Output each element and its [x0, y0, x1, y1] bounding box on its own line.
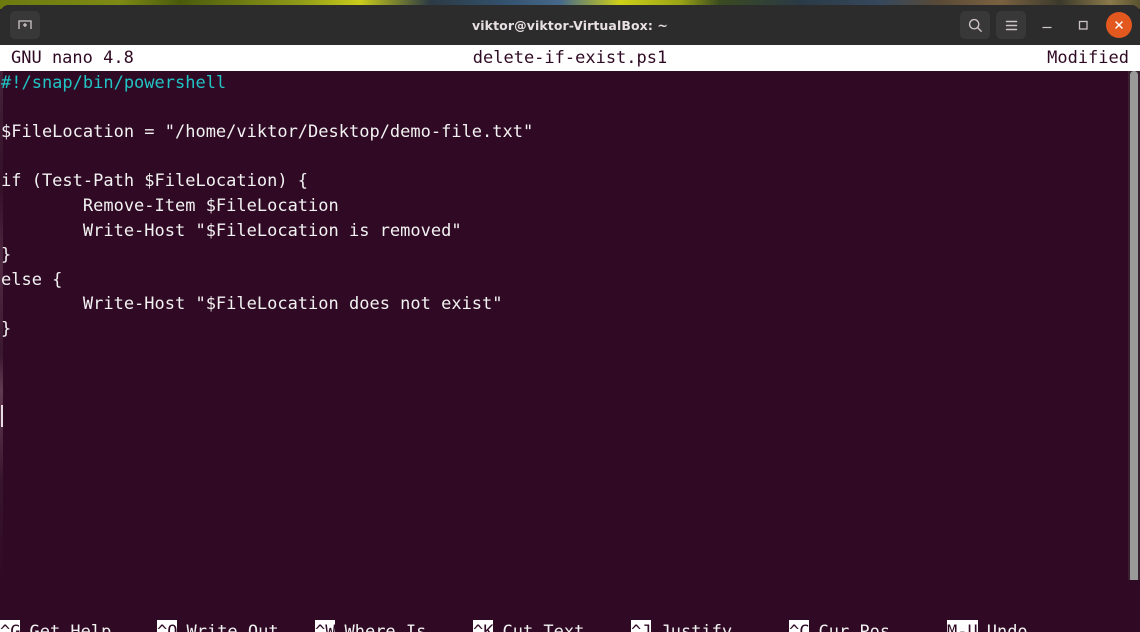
- shortcut-label: Get Help: [29, 622, 112, 632]
- window-controls: [960, 5, 1132, 45]
- search-icon[interactable]: [960, 11, 990, 39]
- shortcut-item[interactable]: ^O Write Out: [157, 620, 279, 632]
- text-cursor: [1, 405, 3, 427]
- vertical-scrollbar[interactable]: [1128, 71, 1140, 586]
- code-line: if (Test-Path $FileLocation) {: [1, 171, 309, 192]
- shortcut-label: Where Is: [344, 622, 427, 632]
- shortcut-item[interactable]: M-U Undo: [947, 620, 1028, 632]
- editor-text-area[interactable]: #!/snap/bin/powershell $FileLocation = "…: [0, 71, 1140, 586]
- shortcut-key: ^J: [631, 620, 652, 632]
- shortcut-key: ^G: [0, 620, 21, 632]
- shortcut-row-top: ^G Get Help ^O Write Out ^W Where Is ^K Cut Tex…: [0, 620, 1140, 632]
- terminal-window: viktor@viktor-VirtualBox: ~ GNU nano 4.8…: [0, 5, 1140, 632]
- new-tab-icon[interactable]: [10, 11, 40, 39]
- code-line: $FileLocation = "/home/viktor/Desktop/de…: [1, 122, 534, 143]
- shortcut-label: Undo: [986, 622, 1028, 632]
- shortcut-label: Cur Pos: [818, 622, 891, 632]
- code-line: Write-Host "$FileLocation does not exist…: [1, 294, 503, 315]
- hamburger-menu-icon[interactable]: [996, 11, 1026, 39]
- scrollbar-thumb[interactable]: [1130, 71, 1138, 586]
- shortcut-key: ^C: [789, 620, 810, 632]
- shortcut-item[interactable]: ^C Cur Pos: [789, 620, 890, 632]
- shortcut-item[interactable]: ^W Where Is: [315, 620, 426, 632]
- shortcut-key: ^O: [157, 620, 178, 632]
- shortcut-label: Write Out: [186, 622, 279, 632]
- shortcut-key: ^K: [473, 620, 494, 632]
- shortcut-label: Justify: [660, 622, 733, 632]
- minimize-icon[interactable]: [1032, 11, 1062, 39]
- code-line: Write-Host "$FileLocation is removed": [1, 220, 462, 241]
- code-line: #!/snap/bin/powershell: [1, 73, 227, 93]
- code-line: }: [1, 318, 12, 339]
- title-bar: viktor@viktor-VirtualBox: ~: [0, 5, 1140, 45]
- code-line: else {: [1, 269, 63, 290]
- shortcut-item[interactable]: ^G Get Help: [0, 620, 111, 632]
- close-icon[interactable]: [1106, 12, 1132, 38]
- shortcut-key: ^W: [315, 620, 336, 632]
- shortcut-item[interactable]: ^J Justify: [631, 620, 732, 632]
- nano-filename-label: delete-if-exist.ps1: [472, 48, 668, 68]
- code-line: }: [1, 245, 12, 266]
- nano-header-bar: GNU nano 4.8 delete-if-exist.ps1 Modifie…: [0, 45, 1140, 71]
- shortcut-label: Cut Text: [502, 622, 585, 632]
- shortcut-item[interactable]: ^K Cut Text: [473, 620, 584, 632]
- nano-shortcut-bar: ^G Get Help ^O Write Out ^W Where Is ^K Cut Tex…: [0, 580, 1140, 632]
- maximize-icon[interactable]: [1068, 11, 1098, 39]
- nano-modified-status: Modified: [1047, 48, 1129, 68]
- shortcut-key: M-U: [947, 620, 978, 632]
- code-content: #!/snap/bin/powershell $FileLocation = "…: [0, 71, 533, 366]
- code-line: Remove-Item $FileLocation: [1, 195, 339, 216]
